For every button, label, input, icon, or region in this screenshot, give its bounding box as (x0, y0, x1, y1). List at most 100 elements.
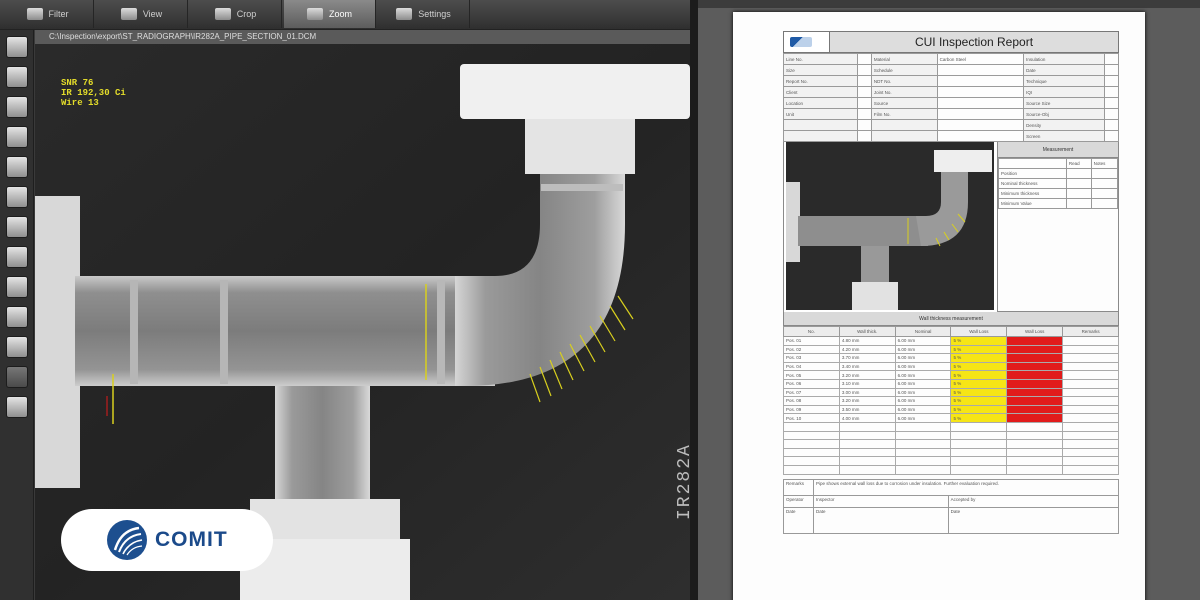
wall-table-col-header: Remarks (1062, 326, 1119, 337)
wall-table-row: Pos. 02 4.20 mm 6.00 mm 5 % (783, 344, 1119, 355)
wall-table-cell (950, 464, 1008, 475)
report-page[interactable]: CUI Inspection Report Line No. Material Ca… (733, 12, 1145, 600)
save-icon[interactable] (6, 66, 28, 88)
report-content: CUI Inspection Report Line No. Material Ca… (782, 31, 1120, 534)
wall-table-row: Pos. 06 3.10 mm 6.00 mm 5 % (783, 378, 1119, 389)
wall-table-cell (1006, 387, 1064, 398)
info-value (936, 64, 1025, 76)
pen-icon[interactable] (6, 246, 28, 268)
fit-icon[interactable] (6, 126, 28, 148)
delete-icon[interactable] (6, 276, 28, 298)
wall-table-cell (1062, 439, 1119, 449)
wall-table-cell: Pos. 02 (783, 344, 840, 355)
wall-table-cell: 6.00 mm (894, 378, 952, 389)
wall-table-col-header: No. (783, 326, 840, 337)
wall-table-cell (1062, 396, 1119, 406)
remarks-text: Pipe shows external wall loss due to cor… (813, 478, 1119, 496)
wall-table-row: Pos. 09 3.50 mm 6.00 mm 5 % (783, 404, 1119, 415)
footer-row: Date Date Date (783, 506, 1120, 534)
wall-table-head-row: No. Wall thick. Nominal Wall Loss Wall Loss R… (783, 326, 1119, 337)
wall-table-cell (894, 439, 952, 449)
tab-crop[interactable]: Crop (190, 0, 282, 28)
wall-table-cell: 3.20 mm (838, 396, 896, 406)
tab-label: Crop (236, 9, 257, 19)
layers-icon[interactable] (6, 156, 28, 178)
wall-table-cell: 6.00 mm (894, 344, 952, 355)
wall-table-cell: 5 % (950, 361, 1008, 372)
info-label (870, 130, 938, 142)
wall-table-cell (950, 456, 1008, 466)
measurement-row: Minimum thickness (998, 188, 1119, 199)
footer-cell: Accepted by (947, 494, 1120, 508)
info-value (1104, 64, 1119, 76)
wall-table-cell (838, 456, 896, 466)
report-toolbar (698, 0, 1200, 8)
report-icon[interactable] (6, 396, 28, 418)
print-icon[interactable] (6, 306, 28, 328)
info-row: Size Schedule Date (782, 64, 1119, 76)
info-value (857, 64, 872, 76)
pane-splitter[interactable] (690, 0, 698, 600)
view-icon (120, 8, 137, 20)
report-footer: Remarks Pipe shows external wall loss du… (783, 478, 1120, 534)
info-icon[interactable] (6, 336, 28, 358)
tab-view[interactable]: View (96, 0, 188, 28)
info-label: Schedule (870, 64, 938, 76)
wall-table-empty-row (783, 456, 1119, 466)
lock-icon[interactable] (6, 216, 28, 238)
tab-label: Filter (48, 9, 69, 19)
hand-icon[interactable] (6, 366, 28, 388)
tab-filter[interactable]: Filter (2, 0, 94, 28)
measurement-cell (1065, 188, 1092, 199)
wall-table-cell: 5 % (950, 413, 1008, 423)
wall-table-cell: Pos. 03 (783, 353, 840, 363)
scan-info-line: IR 192,30 Ci (61, 88, 126, 98)
wall-table-cell (894, 421, 952, 432)
measurement-row: Position (998, 168, 1119, 179)
filter-icon (26, 8, 43, 20)
measurement-cell: Minimum Value (998, 198, 1067, 209)
info-label: IQI (1023, 86, 1106, 98)
tab-settings[interactable]: Settings (378, 0, 470, 28)
info-row: Unit Film No. Source-Obj (782, 108, 1119, 120)
measurement-cell: Nominal thickness (998, 178, 1067, 189)
wall-table-cell: Pos. 05 (783, 370, 840, 380)
measurement-head-row: Read Notes (998, 158, 1119, 169)
info-label: Film No. (870, 108, 938, 120)
wall-table-cell (1006, 413, 1064, 423)
info-label: Size (782, 64, 859, 76)
wall-table-cell (950, 447, 1008, 458)
wall-table-cell (1006, 456, 1064, 466)
wall-table-cell: 3.00 mm (838, 387, 896, 398)
wall-table-cell: 6.00 mm (894, 396, 952, 406)
measurement-cell (1090, 188, 1119, 199)
wall-table-cell (1062, 421, 1119, 432)
wall-table-cell (1062, 387, 1119, 398)
info-label (782, 119, 859, 131)
wall-thickness-table: No. Wall thick. Nominal Wall Loss Wall Loss R… (783, 326, 1119, 475)
wall-table-cell (894, 456, 952, 466)
wall-table-col-header: Wall thick. (838, 326, 896, 337)
measure-icon[interactable] (6, 186, 28, 208)
info-value (857, 97, 872, 109)
info-label: Date (1023, 64, 1106, 76)
wall-table-cell (838, 447, 896, 458)
wall-table-cell (783, 430, 840, 441)
footer-cell: Date (947, 506, 1120, 534)
wall-table-empty-row (783, 430, 1119, 441)
measurement-header: Measurement (998, 142, 1118, 158)
measurement-col-header: Read (1065, 158, 1092, 169)
wall-table-row: Pos. 08 3.20 mm 6.00 mm 5 % (783, 396, 1119, 406)
info-label: Screen (1023, 130, 1106, 142)
app-window: Filter View Crop Zoom Settings C:\Inspec… (0, 0, 1200, 600)
wall-table-cell (783, 456, 840, 466)
remarks-label: Remarks (783, 478, 814, 496)
info-label: Insulation (1023, 53, 1106, 65)
wall-table-cell: 6.00 mm (894, 353, 952, 363)
wall-table-cell: 3.20 mm (838, 370, 896, 380)
wall-table-row: Pos. 10 4.00 mm 6.00 mm 5 % (783, 413, 1119, 423)
grid-icon[interactable] (6, 96, 28, 118)
wall-table-cell (838, 439, 896, 449)
tab-zoom[interactable]: Zoom (284, 0, 376, 28)
open-file-icon[interactable] (6, 36, 28, 58)
